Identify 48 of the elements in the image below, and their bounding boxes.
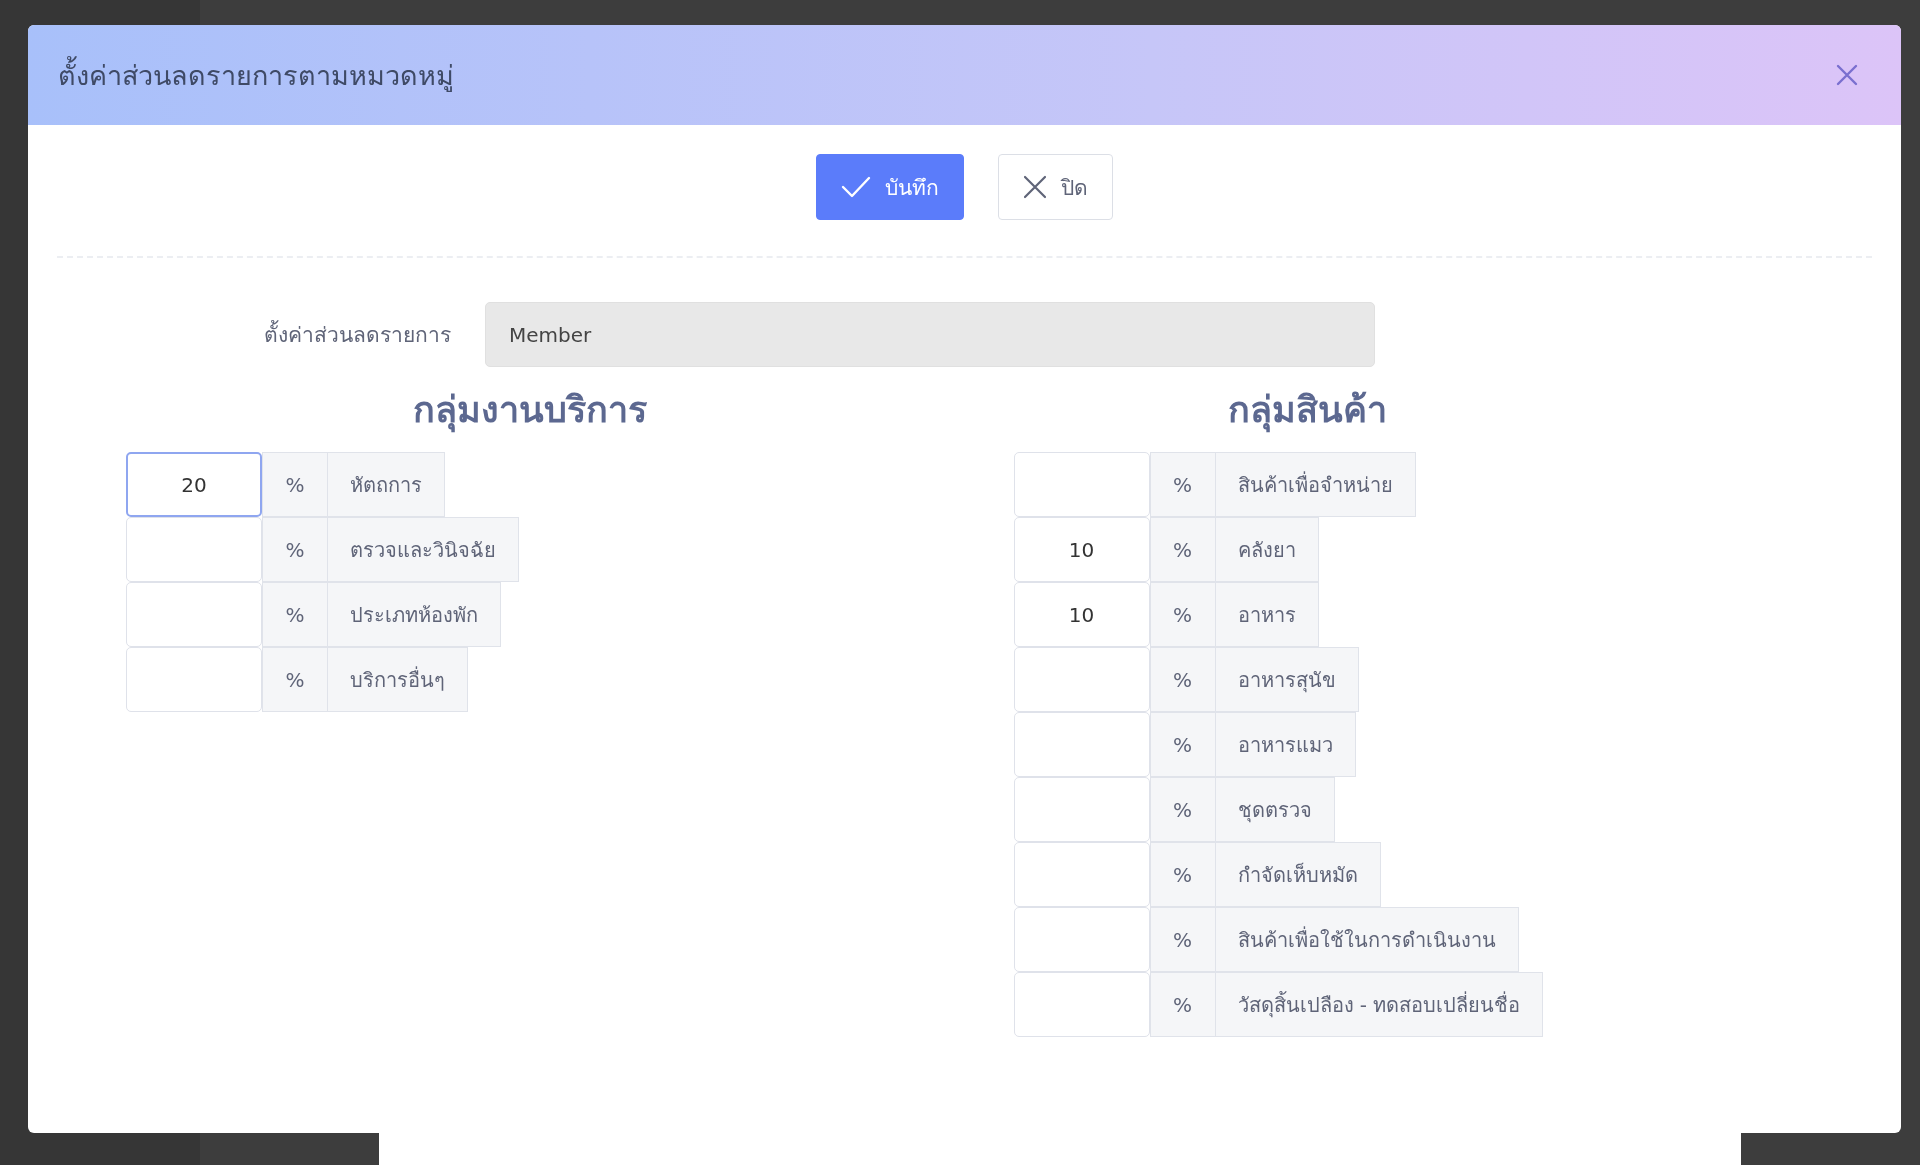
percent-input[interactable] bbox=[126, 647, 262, 712]
percent-sign: % bbox=[262, 452, 328, 517]
discount-type-field[interactable]: Member bbox=[485, 302, 1375, 367]
percent-input[interactable] bbox=[1013, 777, 1150, 842]
percent-input[interactable] bbox=[126, 582, 262, 647]
percent-sign: % bbox=[1149, 842, 1216, 907]
percent-input[interactable] bbox=[126, 517, 262, 582]
percent-sign: % bbox=[1149, 712, 1216, 777]
percent-sign: % bbox=[1149, 777, 1216, 842]
percent-input[interactable]: 10 bbox=[1013, 517, 1150, 582]
close-dialog-button[interactable]: ปิด bbox=[998, 154, 1113, 220]
category-label: ประเภทห้องพัก bbox=[328, 582, 501, 647]
percent-input[interactable] bbox=[1013, 712, 1150, 777]
category-label: ชุดตรวจ bbox=[1215, 777, 1335, 842]
save-button[interactable]: บันทึก bbox=[816, 154, 964, 220]
percent-input[interactable] bbox=[1013, 452, 1150, 517]
category-label: บริการอื่นๆ bbox=[328, 647, 468, 712]
category-label: สินค้าเพื่อใช้ในการดำเนินงาน bbox=[1215, 907, 1519, 972]
percent-sign: % bbox=[1149, 452, 1216, 517]
category-label: หัตถการ bbox=[328, 452, 445, 517]
percent-sign: % bbox=[262, 582, 328, 647]
percent-sign: % bbox=[1149, 907, 1216, 972]
dialog-title: ตั้งค่าส่วนลดรายการตามหมวดหมู่ bbox=[58, 53, 454, 97]
category-label: อาหารแมว bbox=[1215, 712, 1356, 777]
category-label: อาหาร bbox=[1215, 582, 1319, 647]
category-label: อาหารสุนัข bbox=[1215, 647, 1359, 712]
percent-input[interactable] bbox=[1013, 907, 1150, 972]
percent-sign: % bbox=[1149, 647, 1216, 712]
category-label: สินค้าเพื่อจำหน่าย bbox=[1215, 452, 1416, 517]
close-icon bbox=[1023, 175, 1047, 199]
percent-sign: % bbox=[1149, 517, 1216, 582]
percent-input[interactable]: 20 bbox=[126, 452, 262, 517]
percent-sign: % bbox=[262, 517, 328, 582]
percent-sign: % bbox=[1149, 972, 1216, 1037]
percent-input[interactable] bbox=[1013, 647, 1150, 712]
group-heading: กลุ่มสินค้า bbox=[1227, 381, 1387, 438]
percent-input[interactable]: 10 bbox=[1013, 582, 1150, 647]
category-label: ตรวจและวินิจฉัย bbox=[328, 517, 519, 582]
category-label: คลังยา bbox=[1215, 517, 1319, 582]
group-heading: กลุ่มงานบริการ bbox=[412, 381, 647, 438]
check-icon bbox=[841, 175, 871, 199]
percent-input[interactable] bbox=[1013, 842, 1150, 907]
field-label: ตั้งค่าส่วนลดรายการ bbox=[28, 318, 485, 351]
percent-input[interactable] bbox=[1013, 972, 1150, 1037]
percent-sign: % bbox=[262, 647, 328, 712]
category-label: วัสดุสิ้นเปลือง - ทดสอบเปลี่ยนชื่อ bbox=[1215, 972, 1544, 1037]
percent-sign: % bbox=[1149, 582, 1216, 647]
category-label: กำจัดเห็บหมัด bbox=[1215, 842, 1381, 907]
